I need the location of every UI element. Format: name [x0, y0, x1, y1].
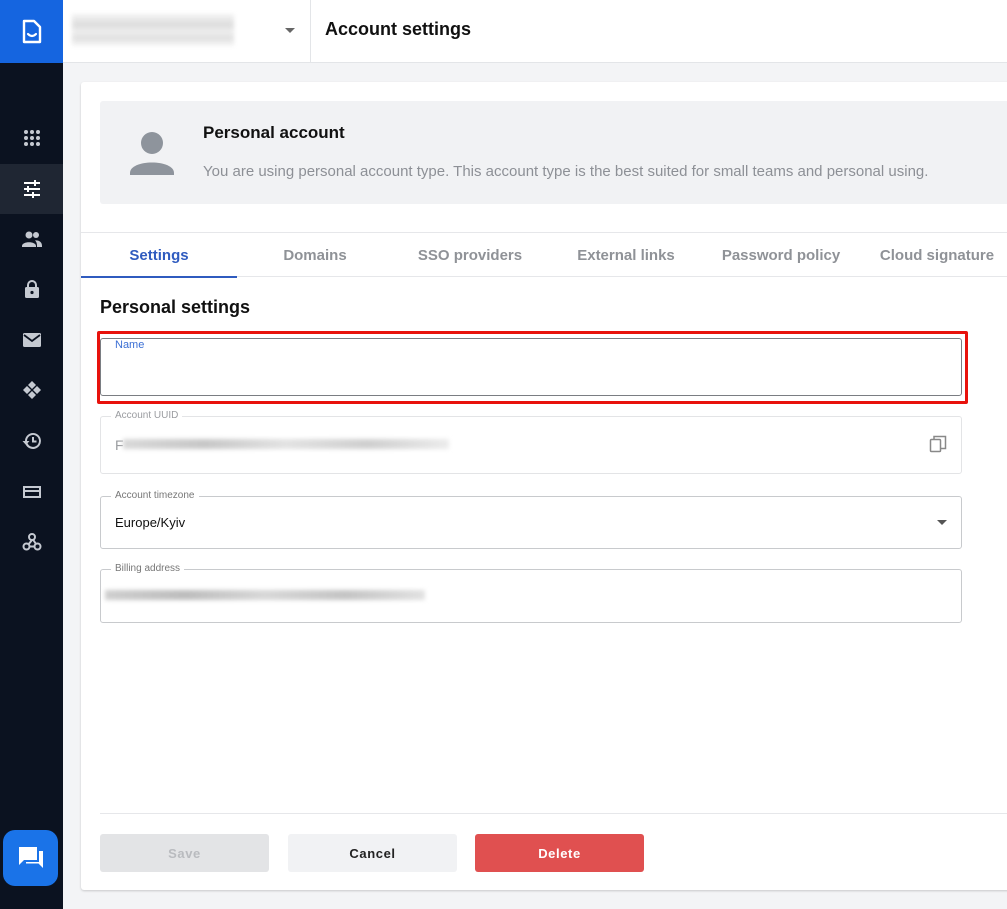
- history-icon: [22, 433, 41, 449]
- nav-security[interactable]: [0, 264, 63, 314]
- footer-divider: [100, 813, 1007, 814]
- settings-sliders-icon: [23, 180, 40, 198]
- save-button[interactable]: Save: [100, 834, 269, 872]
- cancel-button[interactable]: Cancel: [288, 834, 457, 872]
- app-logo[interactable]: [0, 0, 63, 63]
- nav-settings[interactable]: [0, 164, 63, 214]
- tab-password-policy[interactable]: Password policy: [703, 233, 859, 277]
- billing-address-field[interactable]: Billing address: [100, 563, 962, 623]
- highlight-box: [97, 331, 968, 404]
- nav-mail[interactable]: [0, 315, 63, 365]
- person-avatar-icon: [130, 132, 174, 175]
- nav-apps[interactable]: [0, 113, 63, 163]
- billing-card-icon: [22, 486, 41, 498]
- chat-icon: [18, 847, 43, 868]
- caret-down-icon: [285, 28, 295, 33]
- account-uuid-redacted: [123, 439, 449, 449]
- apps-grid-icon: [23, 130, 40, 146]
- nav-users[interactable]: [0, 214, 63, 264]
- organization-name-redacted: [72, 14, 234, 46]
- account-type-title: Personal account: [203, 123, 345, 142]
- account-timezone-value: Europe/Kyiv: [115, 515, 186, 530]
- section-title: Personal settings: [100, 297, 251, 317]
- settings-card: Personal account You are using personal …: [81, 82, 1007, 890]
- tab-settings[interactable]: Settings: [81, 233, 237, 278]
- tab-sso-providers[interactable]: SSO providers: [392, 233, 548, 277]
- tab-cloud-signature[interactable]: Cloud signature: [859, 233, 1007, 277]
- copy-icon[interactable]: [929, 435, 947, 453]
- sidebar: [0, 0, 63, 909]
- account-type-banner: Personal account You are using personal …: [100, 101, 1007, 204]
- nav-billing[interactable]: [0, 467, 63, 517]
- integrations-icon: [22, 381, 41, 399]
- delete-button[interactable]: Delete: [475, 834, 644, 872]
- account-timezone-label: Account timezone: [111, 490, 199, 501]
- chevron-down-icon: [937, 520, 947, 525]
- billing-address-redacted: [105, 590, 425, 600]
- tab-domains[interactable]: Domains: [237, 233, 393, 277]
- page-title: Account settings: [325, 19, 472, 39]
- top-bar: Account settings: [63, 0, 1007, 63]
- nav-webhooks[interactable]: [0, 517, 63, 567]
- account-uuid-label: Account UUID: [111, 410, 183, 421]
- chat-button[interactable]: [3, 830, 58, 886]
- account-type-description: You are using personal account type. Thi…: [203, 163, 929, 180]
- billing-address-label: Billing address: [111, 563, 185, 574]
- settings-tabs: Settings Domains SSO providers External …: [81, 232, 1007, 278]
- organization-selector[interactable]: [63, 0, 311, 63]
- mail-icon: [22, 333, 41, 347]
- nav-history[interactable]: [0, 416, 63, 466]
- lock-icon: [24, 280, 39, 298]
- document-logo-icon: [22, 19, 41, 43]
- account-uuid-field: Account UUID F: [100, 410, 962, 474]
- account-timezone-select[interactable]: Account timezone Europe/Kyiv: [100, 490, 962, 549]
- tab-external-links[interactable]: External links: [548, 233, 704, 277]
- users-icon: [21, 231, 42, 247]
- nav-integrations[interactable]: [0, 365, 63, 415]
- webhook-icon: [22, 533, 41, 551]
